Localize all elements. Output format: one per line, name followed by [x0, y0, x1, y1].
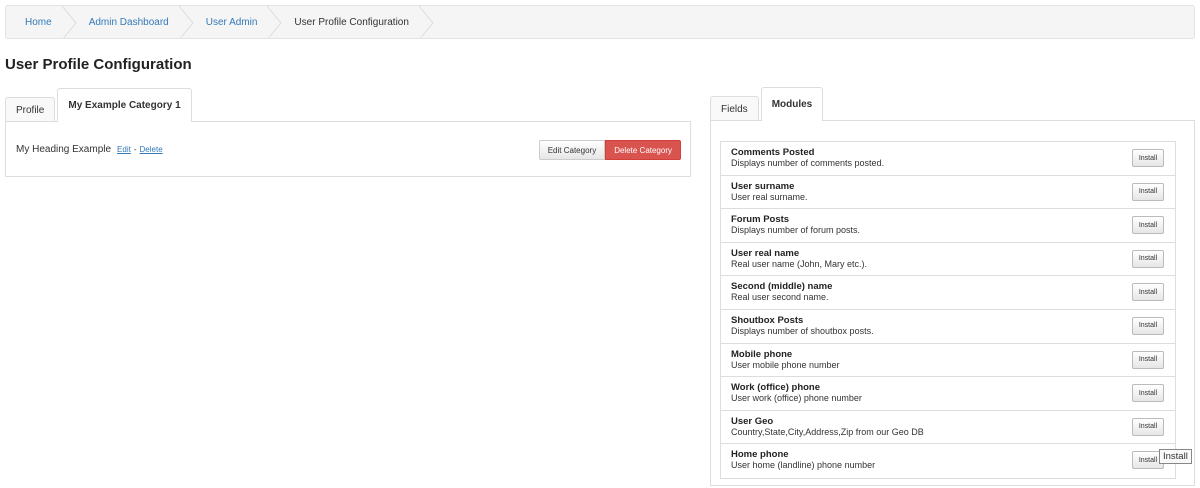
install-button[interactable]: Install — [1132, 216, 1164, 235]
category-panel: My Heading Example Edit - Delete Edit Ca… — [5, 121, 691, 177]
breadcrumb-current-label: User Profile Configuration — [294, 16, 409, 28]
heading-label: My Heading Example — [16, 144, 112, 155]
install-button[interactable]: Install — [1132, 182, 1164, 201]
edit-heading-link[interactable]: Edit — [117, 145, 131, 154]
module-description: User home (landline) phone number — [731, 460, 876, 471]
module-description: Displays number of comments posted. — [731, 158, 885, 168]
module-row: User Geo Country,State,City,Address,Zip f… — [721, 411, 1175, 445]
install-tooltip: Install — [1159, 449, 1192, 464]
module-row: Work (office) phone User work (office) ph… — [721, 377, 1175, 411]
breadcrumb-separator-icon — [267, 6, 283, 38]
tab-fields[interactable]: Fields — [710, 96, 759, 121]
module-description: Real user second name. — [731, 292, 829, 303]
delete-heading-link[interactable]: Delete — [140, 145, 163, 154]
install-button[interactable]: Install — [1132, 350, 1164, 369]
install-button[interactable]: Install — [1132, 417, 1164, 436]
breadcrumb-separator-icon — [178, 6, 194, 38]
right-tabs: Fields Modules — [710, 87, 825, 121]
module-title: Comments Posted — [731, 147, 815, 158]
breadcrumb-admin-dashboard[interactable]: Admin Dashboard — [70, 6, 194, 38]
module-title: Shoutbox Posts — [731, 314, 804, 326]
breadcrumb-link-admin-dashboard[interactable]: Admin Dashboard — [89, 17, 169, 28]
install-button[interactable]: Install — [1132, 384, 1164, 403]
breadcrumb-current: User Profile Configuration — [275, 6, 434, 38]
module-title: User Geo — [731, 415, 774, 427]
module-row: Mobile phone User mobile phone number Inst… — [721, 344, 1175, 378]
breadcrumb-separator-icon — [418, 6, 434, 38]
module-description: Real user name (John, Mary etc.). — [731, 258, 868, 269]
tab-modules[interactable]: Modules — [760, 87, 824, 121]
module-row: Forum Posts Displays number of forum post… — [721, 209, 1175, 243]
module-row: User surname User real surname. Install — [721, 176, 1175, 210]
install-button[interactable]: Install — [1132, 316, 1164, 335]
module-title: Second (middle) name — [731, 281, 833, 293]
module-title: Forum Posts — [731, 214, 790, 226]
module-title: Mobile phone — [731, 348, 793, 360]
category-button-group: Edit Category Delete Category — [538, 140, 681, 160]
tab-my-example-category-1[interactable]: My Example Category 1 — [57, 88, 192, 122]
module-row: User real name Real user name (John, Mary… — [721, 243, 1175, 277]
breadcrumb-home[interactable]: Home — [6, 6, 77, 38]
modules-panel: Comments Posted Displays number of commen… — [710, 120, 1195, 486]
module-title: Home phone — [731, 449, 789, 461]
module-description: User mobile phone number — [731, 359, 840, 370]
module-description: Displays number of forum posts. — [731, 225, 861, 236]
module-row: Second (middle) name Real user second nam… — [721, 276, 1175, 310]
breadcrumb-link-user-admin[interactable]: User Admin — [206, 17, 258, 28]
module-title: User surname — [731, 180, 795, 192]
link-separator: - — [133, 145, 137, 154]
module-row: Comments Posted Displays number of commen… — [721, 142, 1175, 176]
edit-category-button[interactable]: Edit Category — [538, 140, 606, 160]
module-title: User real name — [731, 247, 800, 259]
breadcrumb-link-home[interactable]: Home — [25, 17, 52, 28]
module-description: Displays number of shoutbox posts. — [731, 325, 874, 336]
page-title: User Profile Configuration — [5, 56, 192, 73]
module-row: Shoutbox Posts Displays number of shoutbo… — [721, 310, 1175, 344]
install-button[interactable]: Install — [1132, 283, 1164, 302]
delete-category-button[interactable]: Delete Category — [605, 140, 681, 160]
tab-profile[interactable]: Profile — [5, 97, 56, 122]
breadcrumb-user-admin[interactable]: User Admin — [187, 6, 283, 38]
module-title: Work (office) phone — [731, 382, 821, 394]
heading-row: My Heading Example Edit - Delete — [16, 144, 163, 155]
install-button[interactable]: Install — [1132, 149, 1164, 167]
breadcrumb: Home Admin Dashboard User Admin User Pro… — [5, 5, 1195, 39]
left-tabs: Profile My Example Category 1 — [5, 88, 194, 122]
module-description: User real surname. — [731, 191, 808, 202]
module-description: User work (office) phone number — [731, 393, 862, 404]
module-row: Home phone User home (landline) phone num… — [721, 444, 1175, 478]
module-description: Country,State,City,Address,Zip from our … — [731, 426, 924, 437]
breadcrumb-separator-icon — [61, 6, 77, 38]
module-list: Comments Posted Displays number of commen… — [720, 141, 1176, 479]
install-button[interactable]: Install — [1132, 249, 1164, 268]
